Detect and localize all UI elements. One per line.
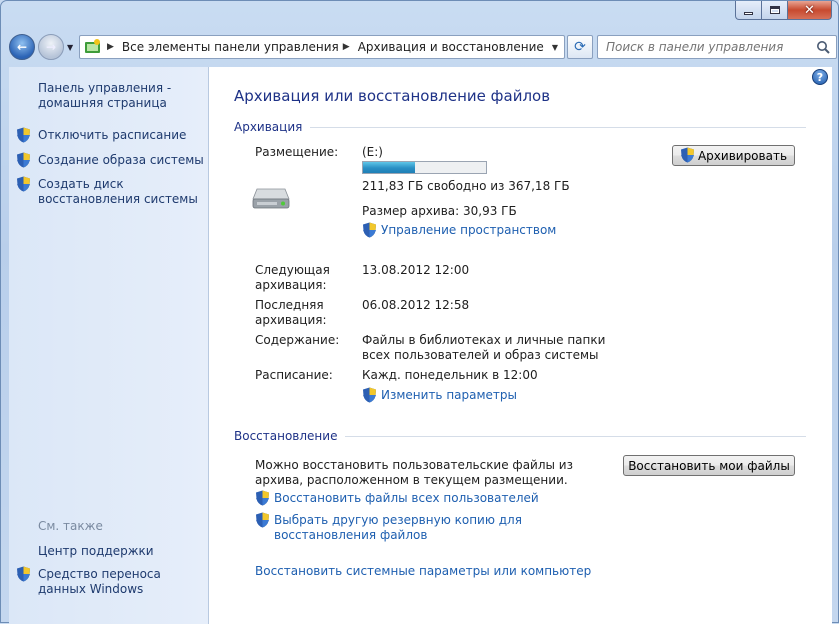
manage-space-link[interactable]: Управление пространством [362,222,557,238]
sidebar-item-disable-schedule[interactable]: Отключить расписание [16,127,206,143]
shield-icon [256,512,269,528]
control-panel-icon [85,39,100,53]
page-title: Архивация или восстановление файлов [234,87,551,105]
backup-section-header: Архивация [234,120,806,134]
sidebar-home-link[interactable]: Панель управления - домашняя страница [38,81,203,111]
restore-section-header: Восстановление [234,429,806,443]
shield-icon [363,222,376,238]
system-restore-link[interactable]: Восстановить системные параметры или ком… [255,564,591,579]
main-content: ? Архивация или восстановление файлов Ар… [209,67,832,624]
back-arrow-icon: ← [16,40,28,54]
disk-usage-bar [362,161,487,174]
close-button[interactable]: ✕ [788,1,832,20]
free-space-text: 211,83 ГБ свободно из 367,18 ГБ [362,179,570,193]
last-backup-value: 06.08.2012 12:58 [362,298,470,312]
shield-icon [17,127,30,143]
shield-icon [680,147,694,163]
forward-arrow-icon: → [45,40,57,54]
drive-name: (E:) [362,145,383,159]
archive-size-text: Размер архива: 30,93 ГБ [362,204,517,218]
contents-value: Файлы в библиотеках и личные папки всех … [362,333,606,362]
manage-space-label: Управление пространством [381,223,557,237]
sidebar-item-label: Создание образа системы [38,153,204,167]
breadcrumb-separator-icon[interactable]: ▶ [343,42,350,52]
shield-icon [17,176,30,192]
close-icon: ✕ [804,2,815,18]
search-icon[interactable] [816,40,830,54]
maximize-icon [769,6,780,14]
recent-pages-dropdown-icon[interactable]: ▼ [67,43,73,52]
contents-label: Содержание: [255,333,340,347]
next-backup-value: 13.08.2012 12:00 [362,263,470,277]
navigation-bar: ← → ▼ ▶ Все элементы панели управления ▶… [9,31,837,63]
sidebar-link-easy-transfer[interactable]: Средство переноса данных Windows [16,566,206,597]
select-other-backup-link[interactable]: Выбрать другую резервную копию для восст… [255,512,594,543]
restore-section-title: Восстановление [234,429,338,443]
breadcrumb-separator-icon[interactable]: ▶ [107,42,114,52]
change-settings-link[interactable]: Изменить параметры [362,387,518,403]
shield-icon [363,387,376,403]
backup-section-title: Архивация [234,120,303,134]
help-icon: ? [816,70,824,84]
restore-my-files-label: Восстановить мои файлы [628,458,790,473]
search-box[interactable] [597,35,837,59]
shield-icon [17,566,30,582]
sidebar-item-create-system-image[interactable]: Создание образа системы [16,152,206,168]
next-backup-label: Следующая архивация: [255,263,330,292]
hard-drive-icon [252,188,290,209]
restore-my-files-button[interactable]: Восстановить мои файлы [623,455,795,476]
sidebar-item-label: Отключить расписание [38,128,187,142]
select-other-backup-label: Выбрать другую резервную копию для восст… [274,513,522,542]
forward-button[interactable]: → [38,34,64,60]
search-input[interactable] [604,39,804,55]
sidebar-item-label: Средство переноса данных Windows [38,567,161,596]
window: ✕ ← → ▼ ▶ Все элементы панели управления… [0,0,839,624]
shield-icon [17,152,30,168]
minimize-button[interactable] [735,1,762,20]
sidebar-link-action-center[interactable]: Центр поддержки [38,544,154,559]
backup-now-label: Архивировать [697,148,788,163]
change-settings-label: Изменить параметры [381,388,518,402]
schedule-label: Расписание: [255,368,333,382]
back-button[interactable]: ← [9,34,35,60]
breadcrumb-all-control-panel-items[interactable]: Все элементы панели управления [122,40,339,54]
restore-description: Можно восстановить пользовательские файл… [255,458,573,487]
restore-all-users-label: Восстановить файлы всех пользователей [274,491,539,505]
caption-buttons: ✕ [735,1,832,20]
divider [345,435,806,437]
restore-all-users-link[interactable]: Восстановить файлы всех пользователей [255,490,539,506]
breadcrumb-backup-restore[interactable]: Архивация и восстановление [358,40,544,54]
last-backup-label: Последняя архивация: [255,298,327,327]
schedule-value: Кажд. понедельник в 12:00 [362,368,538,382]
address-bar[interactable]: ▶ Все элементы панели управления ▶ Архив… [79,35,565,59]
refresh-icon: ⟳ [574,39,586,55]
divider [310,126,806,128]
help-button[interactable]: ? [812,69,828,85]
sidebar: Панель управления - домашняя страница От… [9,67,209,624]
shield-icon [256,490,269,506]
maximize-button[interactable] [762,1,788,20]
see-also-heading: См. также [38,519,103,533]
location-label: Размещение: [255,145,339,159]
address-dropdown-icon[interactable]: ▼ [552,43,558,52]
minimize-icon [744,11,753,15]
backup-now-button[interactable]: Архивировать [672,145,795,166]
sidebar-item-label: Создать диск восстановления системы [38,177,198,206]
refresh-button[interactable]: ⟳ [567,35,593,59]
disk-usage-fill [363,162,415,173]
sidebar-item-create-recovery-disc[interactable]: Создать диск восстановления системы [16,176,206,207]
